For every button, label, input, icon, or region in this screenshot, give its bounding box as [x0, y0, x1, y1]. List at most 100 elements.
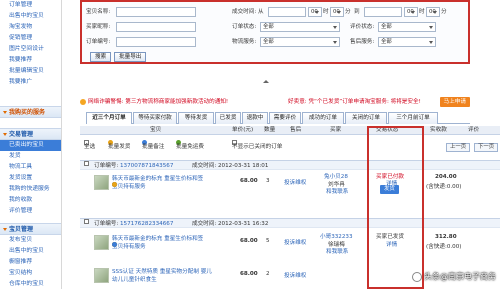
tab-await-payment[interactable]: 等待买家付款 — [133, 112, 177, 124]
search-row-3: 订单编号: 物流服务: 全部 售后服务: 全部 — [82, 37, 468, 48]
notice-text-2[interactable]: 好卖意: 凭“个已发货”订单申请淘宝服务: 将将是安全! — [288, 96, 421, 108]
next-page-button[interactable]: 下一页 — [474, 143, 499, 152]
sidebar-item-payments[interactable]: 我的收款 — [0, 195, 61, 206]
title-label: 宝贝名称: — [86, 9, 111, 15]
product-thumbnail[interactable] — [94, 268, 109, 283]
tab-shipped[interactable]: 已发货 — [215, 112, 241, 124]
checkbox-icon[interactable] — [84, 161, 89, 166]
account-icon — [412, 271, 422, 282]
sidebar-item-sold[interactable]: 已卖出的宝贝 — [0, 140, 61, 151]
logistics-select[interactable]: 全部 — [260, 37, 340, 47]
warning-icon — [80, 98, 86, 105]
tab-older-than-3-months[interactable]: 三个月前订单 — [388, 112, 438, 124]
sidebar-item-structure[interactable]: 宝贝结构 — [0, 268, 61, 279]
product-title-2[interactable]: 幼儿儿童针织食生 — [112, 275, 157, 283]
sidebar-item-batch-edit[interactable]: 批量编辑宝贝 — [0, 66, 61, 77]
sidebar-item-ship-settings[interactable]: 发货设置 — [0, 173, 61, 184]
chevron-down-icon — [3, 133, 7, 136]
item-qty: 3 — [266, 178, 270, 184]
time-to-date-input[interactable] — [364, 7, 402, 17]
buyer-nick[interactable]: 兔小贝28 — [324, 172, 348, 180]
notice-bar: 网络诈骗警惕: 第三方物流称商家能加强新款活动的通知! 好卖意: 凭“个已发货”… — [80, 96, 470, 108]
sidebar-item-promotion[interactable]: 促销管理 — [0, 33, 61, 44]
contact-link[interactable]: 和我联系 — [326, 187, 348, 195]
amount: 204.00 — [435, 174, 457, 180]
search-button[interactable]: 搜索 — [90, 52, 112, 62]
order-status-select[interactable]: 全部 — [260, 22, 340, 32]
complaint-link[interactable]: 投诉维权 — [284, 178, 306, 186]
item-qty: 2 — [266, 271, 270, 277]
sidebar-section-trade[interactable]: 交易管理 — [0, 128, 61, 140]
rate-status-select[interactable]: 全部 — [378, 22, 436, 32]
complaint-link[interactable]: 投诉维权 — [284, 271, 306, 279]
sidebar-item-showcase[interactable]: 橱窗推荐 — [0, 257, 61, 268]
tab-recent-3-months[interactable]: 近三个月订单 — [86, 112, 132, 124]
title-input[interactable] — [116, 7, 196, 17]
min-unit-label-2: 分 — [441, 9, 447, 15]
buyer-label: 买家昵称: — [86, 24, 111, 30]
badge-icon — [112, 182, 117, 187]
notice-text[interactable]: 网络诈骗警惕: 第三方物流称商家能加强新款活动的通知! — [88, 99, 228, 105]
sidebar-item-promote[interactable]: 我要推广 — [0, 77, 61, 88]
sidebar-section-buyer-services[interactable]: 我购买的服务 — [0, 106, 61, 118]
product-title[interactable]: 韩天币最新金的标充 重星生价标和签 — [112, 174, 203, 182]
aftersale-label: 售后服务: — [350, 39, 375, 45]
order-no-label: 订单编号: — [86, 39, 111, 45]
sidebar-item-taobao-ship[interactable]: 淘宝发物 — [0, 22, 61, 33]
order-item-row: 韩天币最新金的标充 重星生价标和签 宝贝持有服务 68.00 3 投诉维权 兔小… — [80, 172, 500, 195]
tab-await-ship[interactable]: 等待发货 — [178, 112, 214, 124]
sidebar-item-order-mgmt[interactable]: 订单管理 — [0, 0, 61, 11]
sidebar-item-logistics-tools[interactable]: 物流工具 — [0, 162, 61, 173]
time-to-min-select[interactable]: 00 — [426, 7, 440, 17]
export-button[interactable]: 批量导出 — [114, 52, 147, 62]
order-status-label: 订单状态: — [232, 24, 257, 30]
sidebar-item-recommend[interactable]: 我要推荐 — [0, 55, 61, 66]
tab-success[interactable]: 成功的订单 — [302, 112, 344, 124]
buyer-input[interactable] — [116, 22, 196, 32]
order-header: 订单编号: 137007871843567 成交时间: 2012-03-31 1… — [80, 160, 500, 170]
batch-toolbar: 全选 批量发货 批量备注 批量免运费 不显示已关闭的订单 上一页 下一页 — [80, 140, 500, 154]
tab-closed[interactable]: 关闭的订单 — [345, 112, 387, 124]
sidebar-item-publish[interactable]: 发布宝贝 — [0, 235, 61, 246]
contact-link[interactable]: 和我联系 — [326, 247, 348, 255]
amount-note: (含快递:0.00) — [426, 184, 462, 190]
product-thumbnail[interactable] — [94, 235, 109, 250]
collapse-arrow-icon[interactable] — [263, 80, 269, 83]
prev-page-button[interactable]: 上一页 — [446, 143, 471, 152]
watermark: 头条@南京电子商务 — [412, 271, 496, 283]
apply-now-button[interactable]: 马上申请 — [439, 97, 470, 107]
col-buyer: 买家 — [330, 127, 342, 133]
time-to-hour-select[interactable]: 00 — [404, 7, 418, 17]
sidebar-item-on-sale-2[interactable]: 出售中的宝贝 — [0, 246, 61, 257]
time-label: 成交时间: 从 — [232, 9, 264, 15]
product-title[interactable]: SSS认证 天然特质 重星实物分配制 婴儿 — [112, 267, 212, 275]
search-panel: 宝贝名称: 成交时间: 从 00 时 00 分 到 00 时 00 分 买家昵称… — [80, 0, 470, 64]
order-no-label: 订单编号: — [94, 163, 119, 169]
sidebar-item-rate-mgmt[interactable]: 评价管理 — [0, 206, 61, 217]
time-from-date-input[interactable] — [268, 7, 306, 17]
time-from-hour-select[interactable]: 00 — [308, 7, 322, 17]
badge-icon — [112, 242, 117, 247]
time-from-min-select[interactable]: 00 — [330, 7, 344, 17]
order-time-label: 成交时间: — [192, 221, 217, 227]
chevron-down-icon — [3, 111, 7, 114]
search-row-2: 买家昵称: 订单状态: 全部 评价状态: 全部 — [82, 22, 468, 33]
sidebar-item-on-sale[interactable]: 出售中的宝贝 — [0, 11, 61, 22]
order-no-input[interactable] — [116, 37, 196, 47]
buyer-nick[interactable]: 小哥332233 — [320, 232, 353, 240]
amount-note: (含快递:0.00) — [426, 244, 462, 250]
order-no: 157176282334667 — [120, 221, 174, 227]
sidebar-item-express[interactable]: 我购的快递服务 — [0, 184, 61, 195]
sidebar-item-image-space[interactable]: 图片空间设计 — [0, 44, 61, 55]
order-tabs: 近三个月订单 等待买家付款 等待发货 已发货 退款中 需要评价 成功的订单 关闭… — [86, 112, 470, 124]
sidebar-item-ship[interactable]: 发货 — [0, 151, 61, 162]
product-title[interactable]: 韩天币最新金的标充 重星生价标和签 — [112, 234, 203, 242]
tab-refunding[interactable]: 退款中 — [242, 112, 268, 124]
tab-need-rate[interactable]: 需要评价 — [269, 112, 301, 124]
complaint-link[interactable]: 投诉维权 — [284, 238, 306, 246]
sidebar-item-warehouse[interactable]: 仓库中的宝贝 — [0, 279, 61, 289]
sidebar-section-baby[interactable]: 宝贝管理 — [0, 223, 61, 235]
checkbox-icon[interactable] — [84, 219, 89, 224]
product-thumbnail[interactable] — [94, 175, 109, 190]
aftersale-select[interactable]: 全部 — [378, 37, 436, 47]
